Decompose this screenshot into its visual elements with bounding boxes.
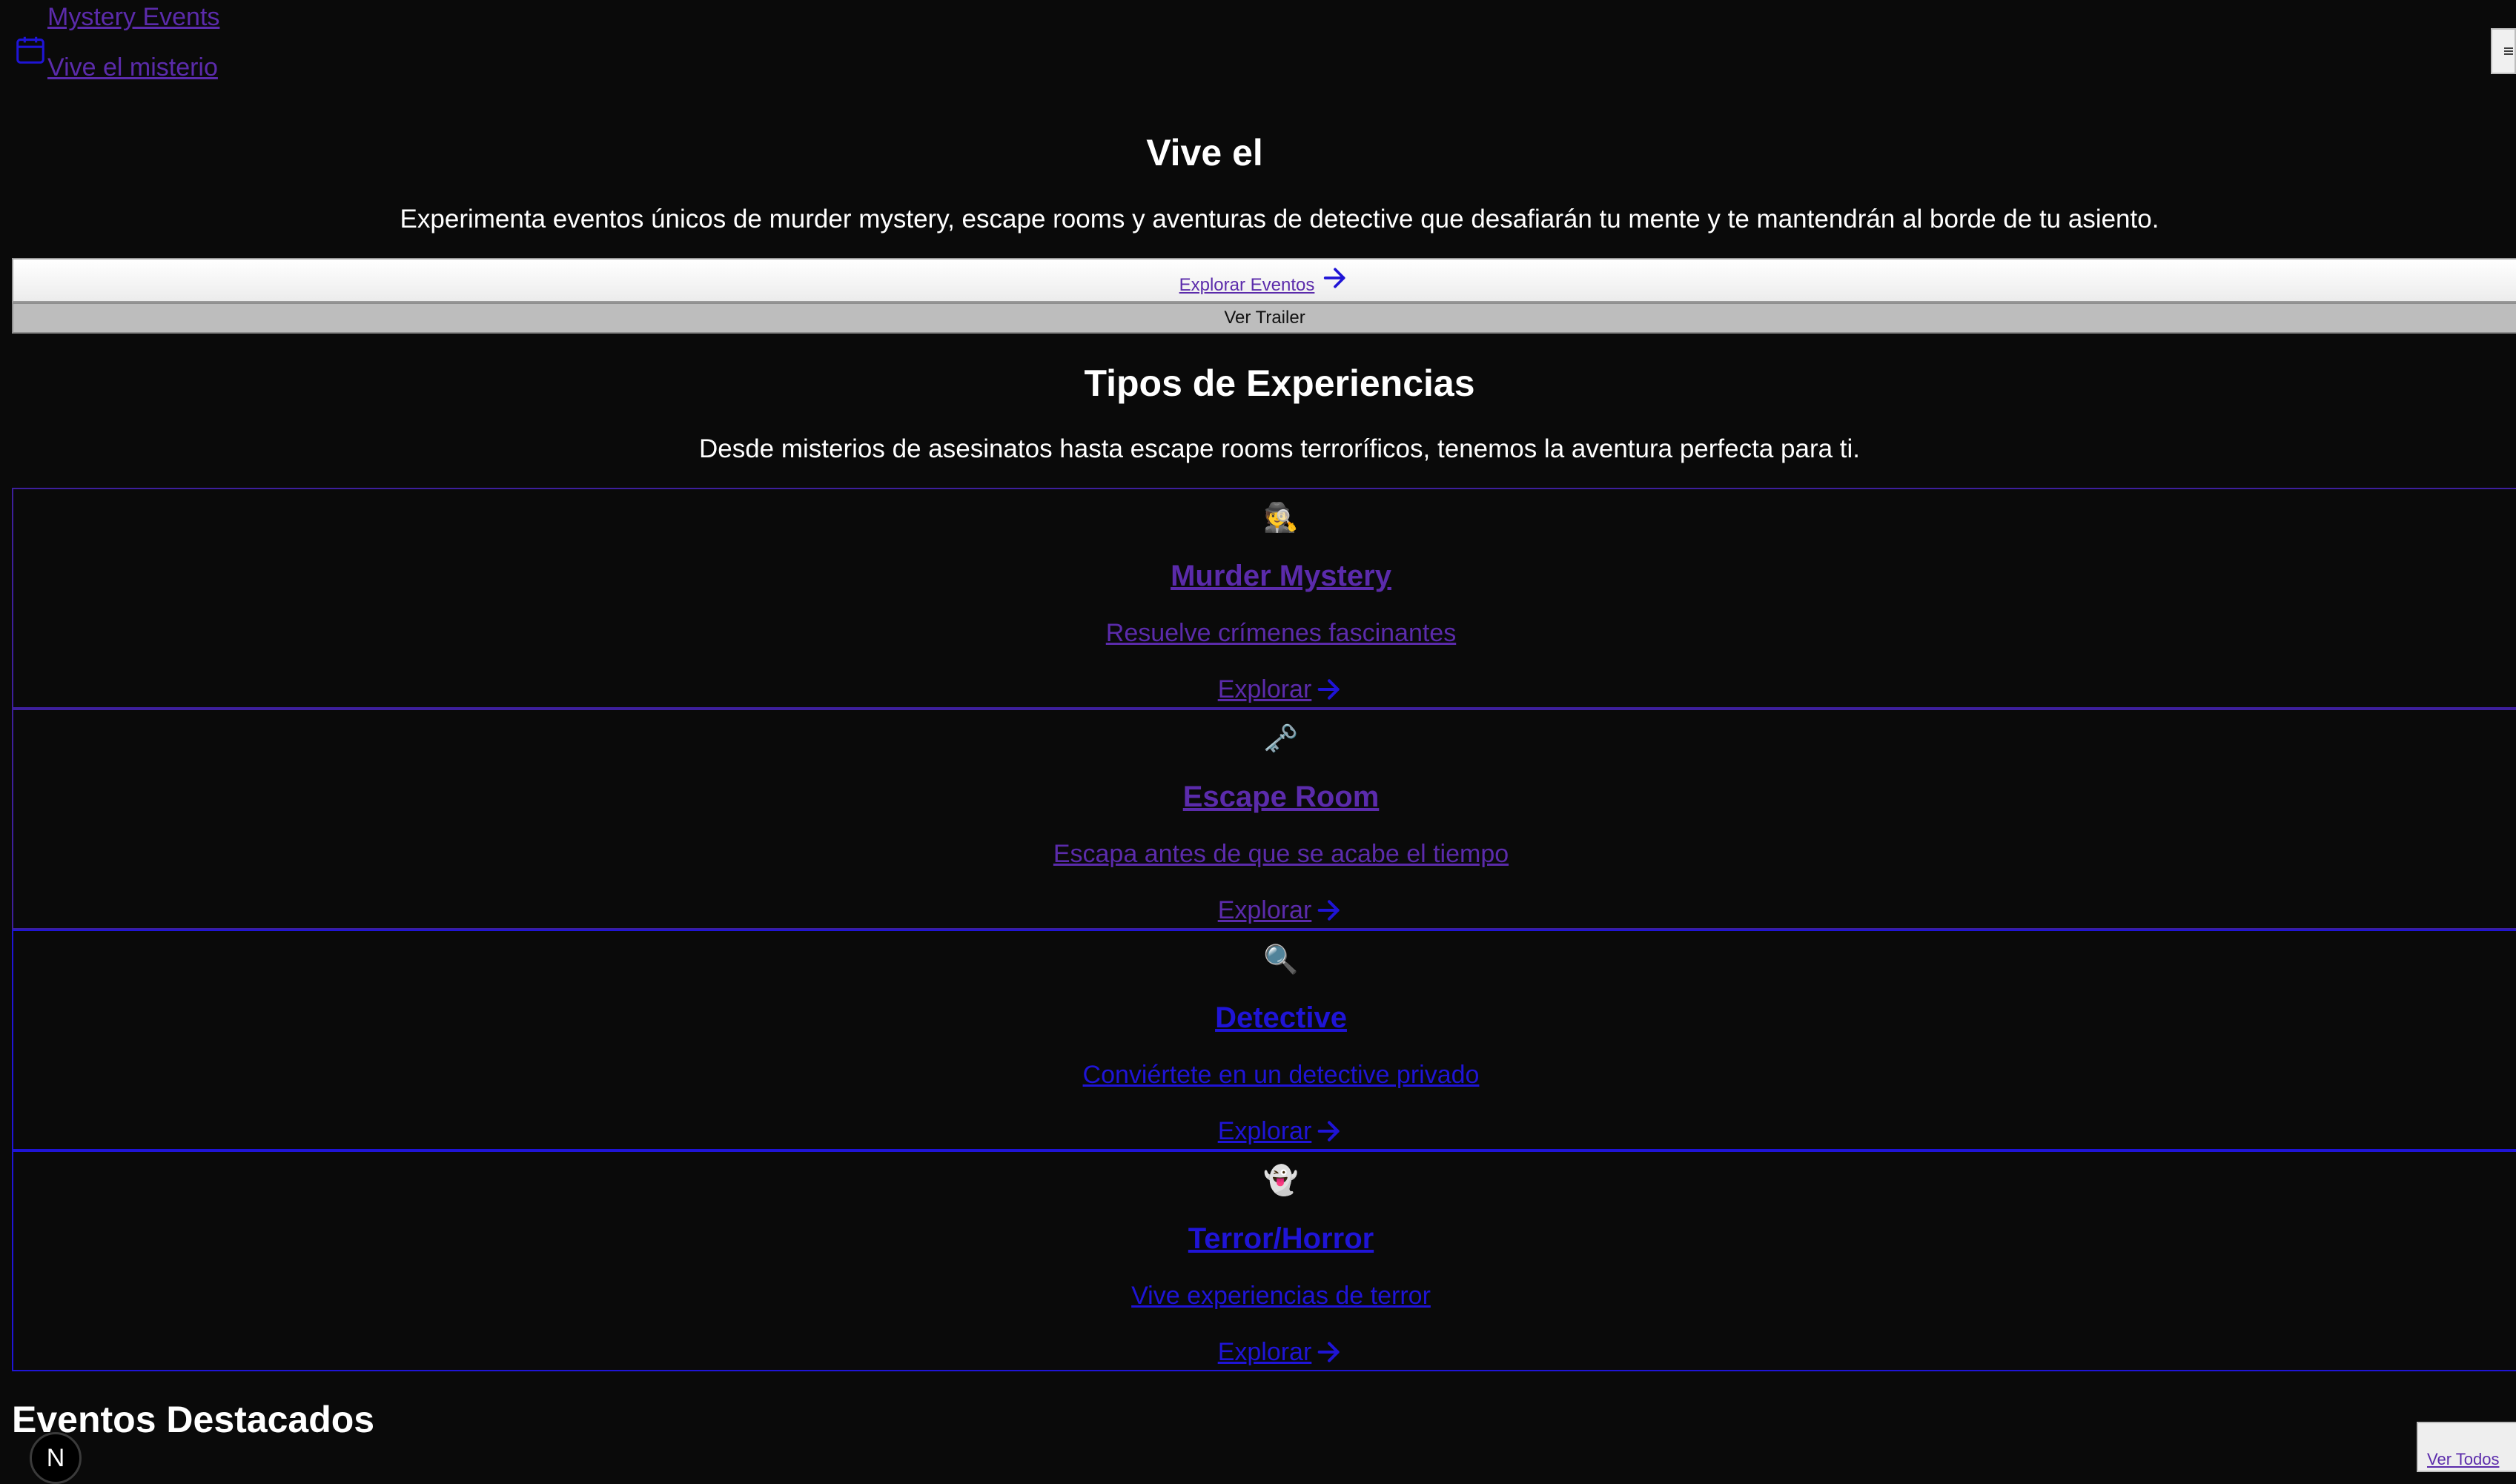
card-title[interactable]: Murder Mystery (13, 557, 2516, 594)
experience-card-escape-room[interactable]: 🗝️ Escape Room Escapa antes de que se ac… (12, 709, 2516, 930)
card-description[interactable]: Vive experiencias de terror (13, 1279, 2516, 1312)
experiences-description: Desde misterios de asesinatos hasta esca… (698, 434, 1861, 463)
hero-description: Experimenta eventos únicos de murder mys… (400, 205, 2159, 233)
key-icon: 🗝️ (1263, 723, 1299, 755)
ghost-icon: 👻 (1263, 1165, 1299, 1196)
card-explore-link[interactable]: Explorar (13, 1115, 2516, 1147)
brand-name[interactable]: Mystery Events (47, 3, 219, 32)
card-explore-link[interactable]: Explorar (13, 1336, 2516, 1368)
dev-tools-badge[interactable]: N (30, 1432, 82, 1484)
card-explore-label: Explorar (1217, 675, 1312, 703)
arrow-right-icon (1317, 1121, 1340, 1142)
card-explore-link[interactable]: Explorar (13, 673, 2516, 706)
explore-events-button[interactable]: Explorar Eventos (12, 258, 2516, 302)
experiences-title: Tipos de Experiencias (1084, 362, 1475, 404)
calendar-icon (16, 36, 44, 64)
explore-events-label: Explorar Eventos (1179, 275, 1315, 295)
brand-tagline[interactable]: Vive el misterio (47, 53, 218, 82)
card-explore-label: Explorar (1217, 1338, 1312, 1366)
card-description[interactable]: Escapa antes de que se acabe el tiempo (13, 838, 2516, 870)
magnifier-icon: 🔍 (1263, 944, 1299, 975)
experience-card-terror-horror[interactable]: 👻 Terror/Horror Vive experiencias de ter… (12, 1150, 2516, 1371)
menu-button[interactable] (2491, 28, 2516, 74)
card-explore-label: Explorar (1217, 896, 1312, 924)
card-title[interactable]: Escape Room (13, 778, 2516, 815)
arrow-right-icon (1317, 679, 1340, 700)
card-description[interactable]: Conviértete en un detective privado (13, 1059, 2516, 1091)
view-all-button[interactable]: Ver Todos (2417, 1422, 2516, 1472)
view-all-label: Ver Todos (2427, 1450, 2500, 1468)
watch-trailer-button[interactable]: Ver Trailer (12, 302, 2516, 334)
menu-icon (2504, 47, 2513, 55)
card-title[interactable]: Terror/Horror (13, 1220, 2516, 1257)
card-title[interactable]: Detective (13, 999, 2516, 1036)
experience-card-detective[interactable]: 🔍 Detective Conviértete en un detective … (12, 930, 2516, 1150)
detective-icon: 🕵️ (1263, 503, 1299, 534)
card-explore-link[interactable]: Explorar (13, 894, 2516, 927)
card-explore-label: Explorar (1217, 1117, 1312, 1145)
arrow-right-icon (1324, 268, 1345, 288)
arrow-right-icon (1317, 1342, 1340, 1362)
hero-title: Vive el (1146, 132, 1263, 173)
experience-card-murder-mystery[interactable]: 🕵️ Murder Mystery Resuelve crímenes fasc… (12, 488, 2516, 709)
card-description[interactable]: Resuelve crímenes fascinantes (13, 617, 2516, 649)
arrow-right-icon (1317, 900, 1340, 921)
